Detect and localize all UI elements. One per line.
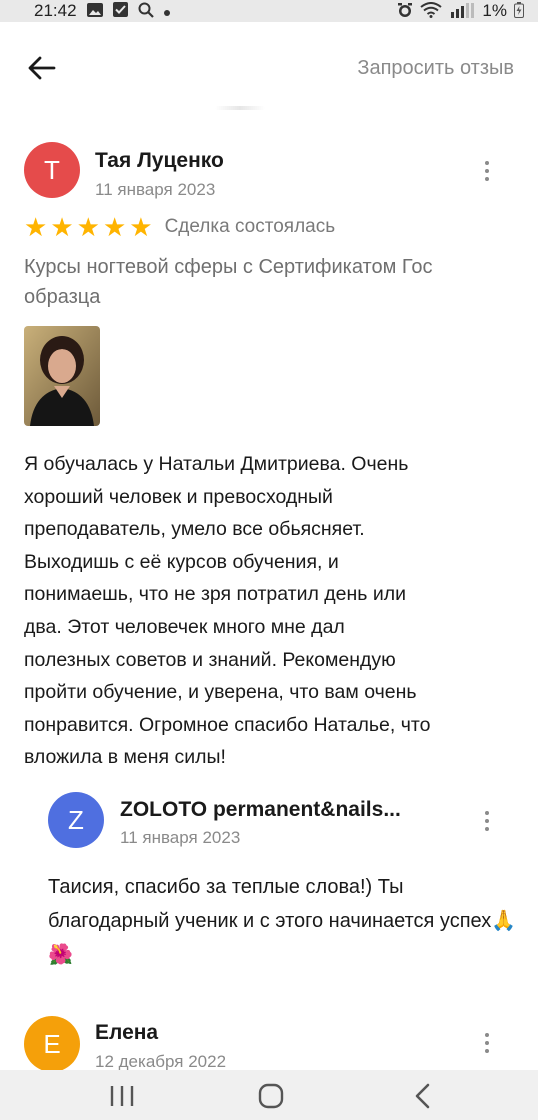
more-options-button[interactable] [475, 156, 499, 186]
review-date: 12 декабря 2022 [95, 1052, 227, 1071]
signal-icon [449, 2, 475, 21]
app-bar: Запросить отзыв [0, 22, 538, 116]
review-author[interactable]: Тая Луценко [95, 149, 224, 173]
avatar-letter: Z [68, 804, 84, 835]
star-icon: ★ [76, 212, 100, 242]
rating-row: ★ ★ ★ ★ ★ Сделка состоялась [24, 214, 335, 240]
nav-back-icon [404, 1083, 444, 1114]
search-icon [138, 2, 154, 21]
status-time: 21:42 [34, 1, 77, 20]
request-review-button[interactable]: Запросить отзыв [357, 57, 514, 80]
battery-icon [514, 1, 524, 21]
battery-level: 1% [482, 1, 507, 20]
reply-text: Таисия, спасибо за теплые слова!) Ты бла… [48, 876, 517, 966]
avatar-letter: Т [44, 154, 60, 185]
review-date: 11 января 2023 [95, 180, 216, 199]
scroll-indicator [215, 106, 265, 110]
home-button[interactable] [251, 1082, 291, 1110]
alarm-icon [397, 2, 413, 21]
reply-author[interactable]: ZOLOTO permanent&nails... [120, 798, 401, 822]
wifi-icon [420, 1, 443, 21]
review-photo[interactable] [24, 326, 100, 426]
more-options-button[interactable] [475, 1028, 499, 1058]
star-icon: ★ [50, 212, 74, 242]
star-rating: ★ ★ ★ ★ ★ [24, 214, 153, 240]
home-icon [251, 1083, 291, 1114]
status-bar: 21:42 1% [0, 0, 538, 22]
checkbox-icon [112, 2, 128, 20]
star-icon: ★ [24, 212, 48, 242]
reply-date: 11 января 2023 [120, 828, 241, 847]
system-nav-bar [0, 1070, 538, 1120]
back-button[interactable] [26, 52, 58, 84]
reply-avatar[interactable]: Z [48, 792, 104, 848]
avatar[interactable]: Т [24, 142, 80, 198]
recents-button[interactable] [102, 1082, 142, 1110]
more-vertical-icon [485, 1033, 489, 1037]
deal-status: Сделка состоялась [164, 216, 336, 237]
arrow-left-icon [26, 56, 58, 88]
star-icon: ★ [129, 212, 153, 242]
reply-more-options-button[interactable] [475, 806, 499, 836]
review-author[interactable]: Елена [95, 1021, 158, 1045]
star-icon: ★ [102, 212, 127, 242]
more-vertical-icon [485, 161, 489, 165]
gallery-icon [86, 2, 103, 20]
more-vertical-icon [485, 811, 489, 815]
dot-icon [163, 4, 170, 19]
avatar-letter: Е [43, 1028, 61, 1059]
ad-title[interactable]: Курсы ногтевой сферы с Сертификатом Гос … [24, 252, 514, 312]
avatar[interactable]: Е [24, 1016, 80, 1072]
recents-icon [102, 1086, 142, 1114]
review-text: Я обучалась у Натальи Дмитриева. Очень х… [24, 453, 431, 769]
nav-back-button[interactable] [404, 1082, 444, 1110]
